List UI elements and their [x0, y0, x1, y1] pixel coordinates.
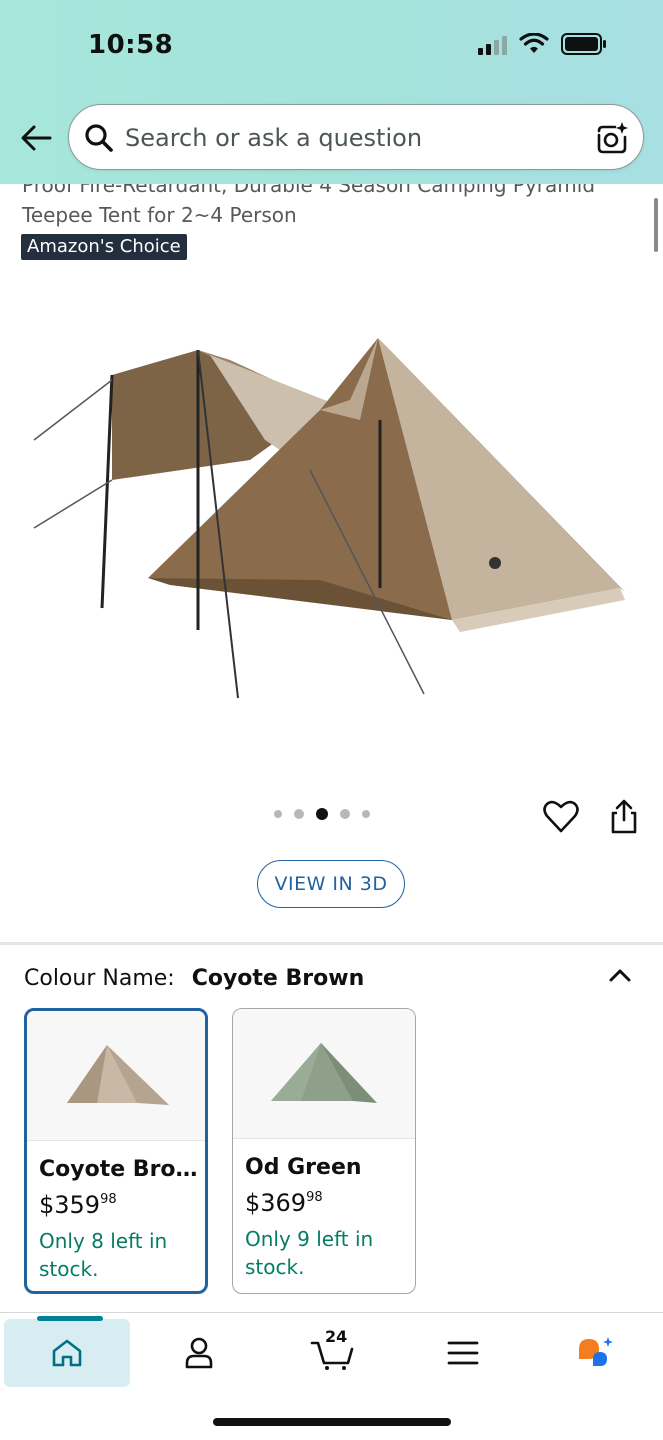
signal-icon — [478, 33, 507, 55]
image-carousel-dots[interactable] — [274, 808, 370, 820]
nav-account[interactable] — [136, 1319, 262, 1387]
option-stock: Only 9 left in stock. — [245, 1227, 374, 1279]
cart-count-badge: 24 — [325, 1327, 348, 1346]
colour-selected-value: Coyote Brown — [191, 966, 365, 991]
view-in-3d-button[interactable]: VIEW IN 3D — [257, 860, 405, 908]
home-indicator[interactable] — [213, 1418, 451, 1426]
price-fraction: 98 — [100, 1192, 117, 1207]
price-whole: $359 — [39, 1191, 101, 1219]
nav-menu[interactable] — [400, 1319, 526, 1387]
tent-thumbnail-icon — [67, 1045, 169, 1105]
share-icon[interactable] — [605, 798, 643, 836]
carousel-dot[interactable] — [294, 809, 304, 819]
colour-option-coyote-brown[interactable]: Coyote Bro... $359$35998 Only 8 left in … — [24, 1008, 208, 1294]
option-price: $36998 — [245, 1189, 323, 1217]
header: 10:58 — [0, 0, 663, 184]
heart-icon[interactable] — [542, 798, 580, 836]
product-title-line2: Teepee Tent for 2~4 Person — [22, 203, 297, 227]
chevron-up-icon[interactable] — [604, 960, 636, 992]
section-divider — [0, 942, 663, 945]
amazons-choice-badge: Amazon's Choice — [21, 234, 187, 260]
status-icons — [478, 33, 607, 55]
back-button[interactable] — [18, 120, 54, 156]
colour-name-row: Colour Name: Coyote Brown — [24, 966, 364, 991]
colour-option-od-green[interactable]: Od Green $36998 Only 9 left in stock. — [232, 1008, 416, 1294]
status-time: 10:58 — [88, 30, 174, 60]
product-image[interactable] — [20, 320, 640, 720]
carousel-dot[interactable] — [274, 810, 282, 818]
option-name: Coyote Bro... — [39, 1157, 199, 1182]
scrollbar[interactable] — [654, 198, 658, 252]
account-icon — [185, 1337, 213, 1369]
home-icon — [52, 1339, 82, 1367]
nav-home[interactable] — [4, 1316, 130, 1387]
option-name: Od Green — [245, 1155, 362, 1180]
wifi-icon — [519, 33, 549, 53]
search-bar[interactable] — [68, 104, 644, 170]
carousel-dot[interactable] — [340, 809, 350, 819]
swatch-thumbnail — [27, 1011, 205, 1141]
camera-lens-icon[interactable] — [595, 121, 629, 155]
arrow-left-icon — [21, 125, 52, 151]
carousel-dot[interactable] — [362, 810, 370, 818]
battery-icon — [561, 33, 606, 55]
swatch-thumbnail — [233, 1009, 415, 1139]
price-fraction: 98 — [306, 1190, 323, 1205]
menu-icon — [447, 1341, 479, 1365]
nav-active-indicator — [37, 1316, 103, 1321]
colour-label: Colour Name: — [24, 966, 175, 991]
nav-rufus[interactable] — [532, 1319, 658, 1387]
search-icon — [85, 124, 113, 152]
option-stock: Only 8 left in stock. — [39, 1229, 168, 1281]
carousel-dot-active[interactable] — [316, 808, 328, 820]
search-input[interactable] — [125, 119, 565, 157]
option-price: $359$35998 — [39, 1191, 117, 1219]
rufus-icon — [579, 1337, 613, 1366]
price-whole: $369 — [245, 1189, 307, 1217]
tent-thumbnail-icon — [271, 1043, 377, 1103]
